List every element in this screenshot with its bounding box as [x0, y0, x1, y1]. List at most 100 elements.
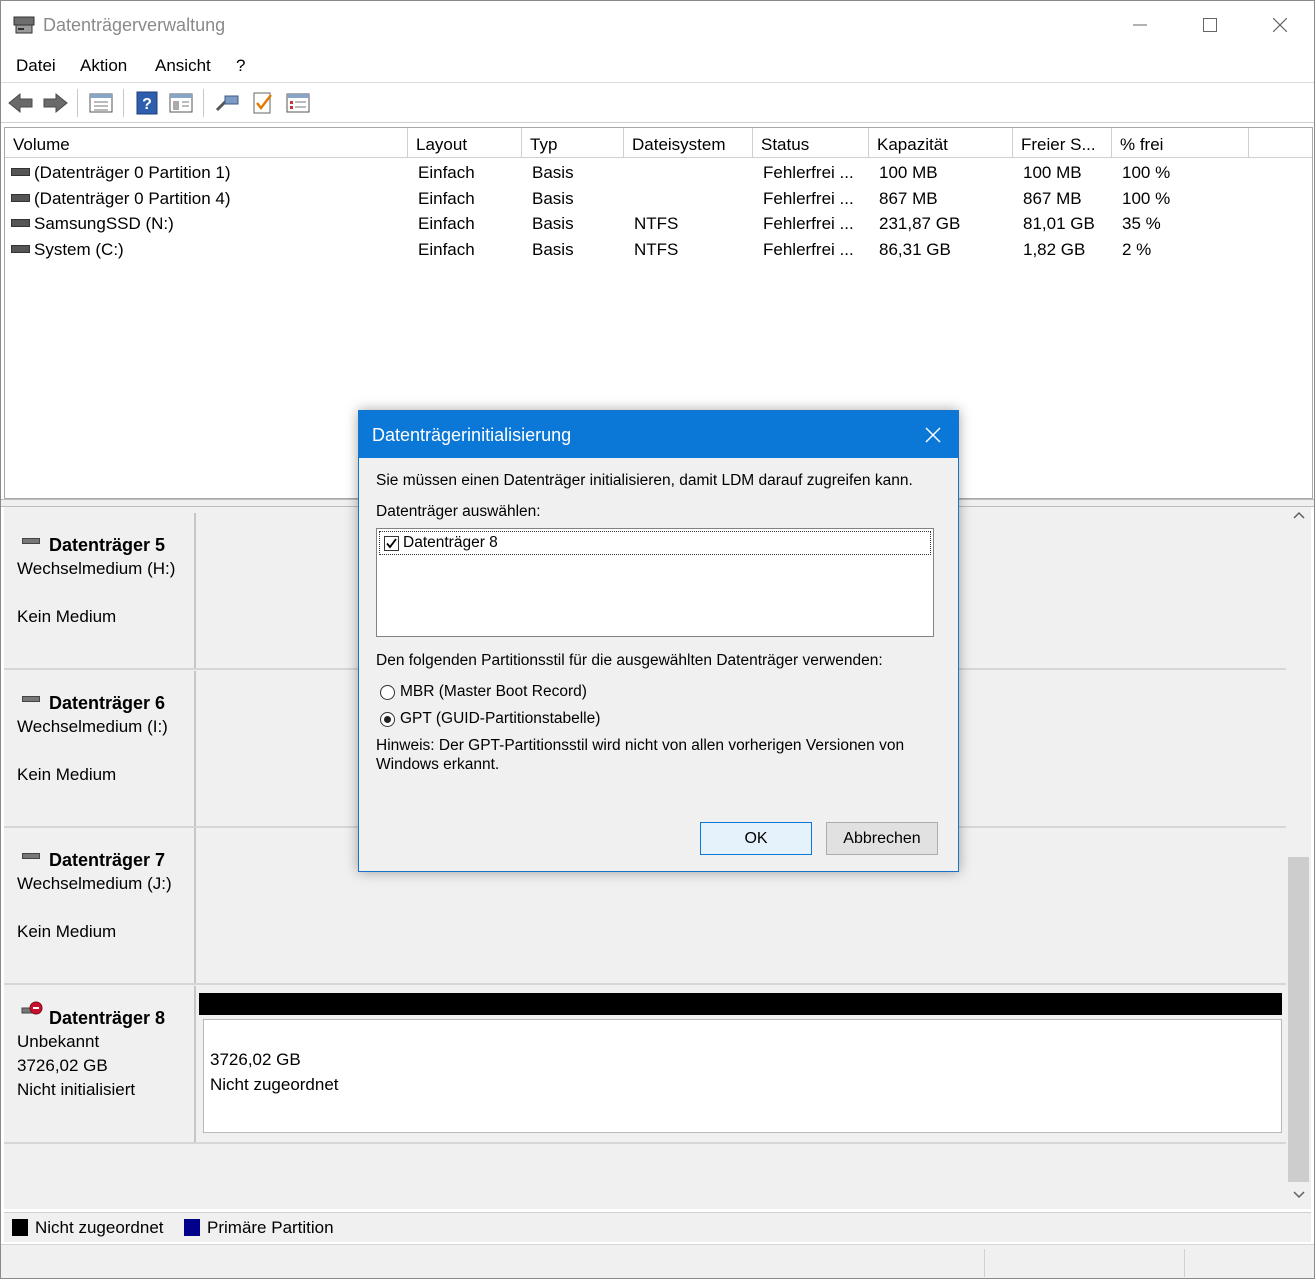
scroll-down-button[interactable] — [1286, 1189, 1311, 1209]
disk-label-8[interactable]: Datenträger 8 Unbekannt 3726,02 GB Nicht… — [4, 986, 196, 1142]
ok-button[interactable]: OK — [700, 822, 812, 855]
properties-button[interactable] — [167, 89, 195, 117]
column-dateisystem[interactable]: Dateisystem — [624, 128, 753, 158]
disk-checkbox[interactable] — [384, 536, 399, 551]
disk-label-6[interactable]: Datenträger 6 Wechselmedium (I:) Kein Me… — [4, 671, 196, 826]
disk-list-item-8[interactable]: Datenträger 8 — [379, 531, 931, 555]
gpt-radio-label[interactable]: GPT (GUID-Partitionstabelle) — [400, 710, 600, 728]
help-button[interactable]: ? — [133, 89, 161, 117]
volume-row[interactable]: (Datenträger 0 Partition 4) Einfach Basis F… — [5, 186, 1312, 211]
disk-name: Datenträger 6 — [49, 693, 166, 713]
menu-help[interactable]: ? — [236, 56, 245, 76]
disk-label-7[interactable]: Datenträger 7 Wechselmedium (J:) Kein Me… — [4, 828, 196, 983]
column-typ[interactable]: Typ — [522, 128, 624, 158]
volume-name: (Datenträger 0 Partition 4) — [34, 188, 231, 208]
maximize-button[interactable] — [1175, 1, 1245, 49]
gpt-radio[interactable] — [380, 712, 395, 727]
unallocated-partition-bar[interactable] — [199, 993, 1282, 1015]
forward-button[interactable] — [41, 89, 69, 117]
minimize-button[interactable] — [1105, 1, 1175, 49]
disk-list-item-label: Datenträger 8 — [403, 534, 498, 551]
legend-swatch-unallocated — [12, 1219, 28, 1236]
volume-row[interactable]: (Datenträger 0 Partition 1) Einfach Basis F… — [5, 160, 1312, 185]
volume-status: Fehlerfrei ... — [763, 239, 854, 259]
disk-size: 3726,02 GB — [17, 1056, 108, 1075]
disk-type: Wechselmedium (I:) — [17, 717, 168, 736]
removable-disk-icon — [22, 696, 40, 702]
toolbar: ? — [1, 83, 1314, 123]
partition-style-label: Den folgenden Partitionsstil für die aus… — [376, 652, 883, 669]
checkmark-icon — [386, 538, 397, 549]
volume-row[interactable]: System (C:) Einfach Basis NTFS Fehlerfrei ..… — [5, 237, 1312, 262]
disk-management-app-icon — [13, 16, 35, 34]
volume-capacity: 867 MB — [879, 188, 938, 208]
disk-type: Wechselmedium (J:) — [17, 874, 172, 893]
dialog-intro-text: Sie müssen einen Datenträger initialisie… — [376, 472, 913, 489]
disk-name: Datenträger 8 — [49, 1008, 166, 1028]
partition-size: 3726,02 GB — [210, 1050, 301, 1069]
list-view-button[interactable] — [87, 89, 115, 117]
volume-name: (Datenträger 0 Partition 1) — [34, 163, 231, 182]
volume-percent-free: 35 % — [1122, 214, 1161, 233]
volume-type: Basis — [532, 239, 574, 259]
hint-text-line2: Windows erkannt. — [376, 756, 500, 773]
close-button[interactable] — [1245, 1, 1314, 49]
status-separator — [984, 1249, 985, 1277]
disk-state: Kein Medium — [17, 607, 117, 626]
dialog-title: Datenträgerinitialisierung — [372, 425, 572, 445]
volume-status: Fehlerfrei ... — [763, 188, 854, 208]
connect-icon — [215, 95, 239, 112]
menu-aktion[interactable]: Aktion — [80, 56, 127, 76]
legend: Nicht zugeordnet Primäre Partition — [4, 1212, 1311, 1242]
volume-filesystem: NTFS — [634, 214, 679, 233]
chevron-up-icon — [1292, 511, 1305, 519]
disk-pane-scrollbar[interactable] — [1286, 507, 1311, 1209]
volume-percent-free: 2 % — [1122, 239, 1152, 259]
check-button[interactable] — [249, 89, 277, 117]
minimize-icon — [1133, 24, 1147, 26]
status-separator — [1184, 1249, 1185, 1277]
volume-layout: Einfach — [418, 163, 475, 182]
scroll-thumb[interactable] — [1288, 857, 1309, 1182]
volume-percent-free: 100 % — [1122, 188, 1171, 208]
volume-status: Fehlerfrei ... — [763, 163, 854, 182]
scroll-up-button[interactable] — [1286, 509, 1311, 529]
properties-icon — [169, 93, 193, 113]
mbr-radio[interactable] — [380, 685, 395, 700]
volume-type: Basis — [532, 188, 574, 208]
volume-disk-icon — [11, 244, 30, 253]
mbr-radio-label[interactable]: MBR (Master Boot Record) — [400, 683, 587, 701]
menu-datei[interactable]: Datei — [16, 56, 56, 76]
column-status[interactable]: Status — [753, 128, 869, 158]
volume-capacity: 86,31 GB — [879, 239, 951, 259]
disk-row-8[interactable]: Datenträger 8 Unbekannt 3726,02 GB Nicht… — [4, 986, 1286, 1144]
details-button[interactable] — [284, 89, 312, 117]
connect-button[interactable] — [213, 89, 241, 117]
unallocated-partition[interactable]: 3726,02 GB Nicht zugeordnet — [203, 1019, 1282, 1133]
volume-name: SamsungSSD (N:) — [34, 214, 174, 233]
column-freier-speicher[interactable]: Freier S... — [1013, 128, 1112, 158]
cancel-button[interactable]: Abbrechen — [826, 822, 938, 855]
disk-label-5[interactable]: Datenträger 5 Wechselmedium (H:) Kein Me… — [4, 513, 196, 668]
svg-text:?: ? — [142, 96, 152, 113]
menu-ansicht[interactable]: Ansicht — [155, 56, 211, 76]
toolbar-separator — [203, 89, 204, 117]
disk-listbox[interactable]: Datenträger 8 — [376, 528, 934, 637]
details-icon — [286, 93, 310, 113]
column-prozent-frei[interactable]: % frei — [1112, 128, 1249, 158]
dialog-close-button[interactable] — [908, 411, 958, 458]
disk-state: Kein Medium — [17, 922, 117, 941]
volume-type: Basis — [532, 163, 574, 182]
column-kapazitaet[interactable]: Kapazität — [869, 128, 1013, 158]
volume-row[interactable]: SamsungSSD (N:) Einfach Basis NTFS Fehlerfre… — [5, 211, 1312, 236]
column-layout[interactable]: Layout — [408, 128, 522, 158]
maximize-icon — [1203, 18, 1217, 32]
volume-free: 100 MB — [1023, 163, 1082, 182]
help-icon: ? — [136, 91, 158, 115]
title-bar: Datenträgerverwaltung — [1, 1, 1314, 49]
disk-name: Datenträger 5 — [49, 535, 166, 555]
disk-management-window: Datenträgerverwaltung Datei Aktion Ansic… — [0, 0, 1315, 1279]
column-volume[interactable]: Volume — [5, 128, 408, 158]
back-button[interactable] — [7, 89, 35, 117]
disk-type: Wechselmedium (H:) — [17, 559, 176, 578]
